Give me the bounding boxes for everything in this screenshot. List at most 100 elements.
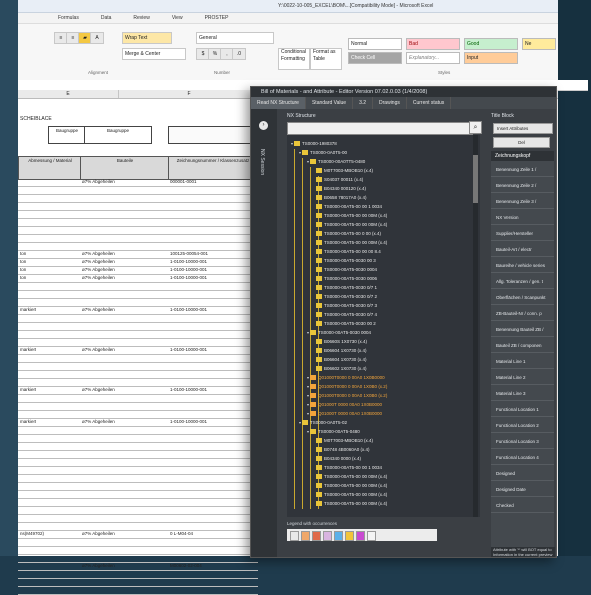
- table-cell[interactable]: ton: [20, 266, 26, 274]
- wrap-text-button[interactable]: Wrap Text: [122, 32, 172, 44]
- menu-review[interactable]: Review: [133, 13, 149, 23]
- attribute-item[interactable]: Benennung Zeile 1 /: [491, 163, 554, 177]
- table-cell[interactable]: 1-0100-10000-001: [170, 266, 207, 274]
- expand-icon[interactable]: ▾: [307, 409, 309, 418]
- table-cell[interactable]: ø7% Abgeheilen: [82, 346, 115, 354]
- tree-node[interactable]: TS0000-00AT5-0030 0/7 3: [315, 301, 377, 310]
- table-cell[interactable]: 1-0100-10000-001: [170, 346, 207, 354]
- tree-node[interactable]: TS0000-00AT5-0030 00 2: [315, 319, 376, 328]
- style-normal[interactable]: Normal: [348, 38, 402, 50]
- expand-icon[interactable]: ▾: [307, 427, 309, 436]
- tree-node[interactable]: ▾ Q01000T 0000 00A0 1X0B0000: [307, 409, 382, 418]
- tree-node[interactable]: ▾ Q01000T 0000 00A0 1X0B0000: [307, 400, 382, 409]
- menu-prostep[interactable]: PROSTEP: [205, 13, 229, 23]
- tree-node[interactable]: TS0000-00AT5-00 00 1 0034: [315, 202, 382, 211]
- menu-data[interactable]: Data: [101, 13, 112, 23]
- tree-node[interactable]: TS0000-00AT5-0030 0/7 1: [315, 283, 377, 292]
- attribute-item[interactable]: ZB-Bauteil-Nr / conn. p: [491, 307, 554, 321]
- menu-view[interactable]: View: [172, 13, 183, 23]
- column-header-f[interactable]: F: [119, 90, 260, 98]
- attribute-item[interactable]: Functional Location 2: [491, 419, 554, 433]
- tree-node[interactable]: TS0000-00AT5-0030 0004: [315, 265, 377, 274]
- tree-node[interactable]: TS0000-00AT5-0030 00 3: [315, 256, 376, 265]
- table-cell[interactable]: ø7% Abgeheilen: [82, 562, 115, 570]
- table-cell[interactable]: ø7% Abgeheilen: [82, 258, 115, 266]
- table-cell[interactable]: 1-0100-10000-001: [170, 386, 207, 394]
- table-cell[interactable]: 1-0100-10000-001: [170, 306, 207, 314]
- tree-node[interactable]: TS0000-00AT5-00 00 00M (x.4): [315, 481, 387, 490]
- attribute-item[interactable]: Material Line 1: [491, 355, 554, 369]
- tab-3-2[interactable]: 3.2: [353, 97, 374, 109]
- navigate-icon[interactable]: ›: [259, 121, 268, 130]
- tree-node[interactable]: ▾ TS0000-1980378: [291, 139, 337, 148]
- tree-node[interactable]: B06604 1X0730 (x.4): [315, 355, 367, 364]
- tree-node[interactable]: TS0000-00AT5-00 0 00 (x.4): [315, 229, 381, 238]
- attribute-item[interactable]: Bauteil-Art / electr: [491, 243, 554, 257]
- insert-attributes-button[interactable]: Insert Attributes: [493, 123, 553, 134]
- tree-node[interactable]: TS0000-00AT5-0030 0/7 2: [315, 292, 377, 301]
- tree-node[interactable]: B04340 000120 (x.4): [315, 184, 366, 193]
- expand-icon[interactable]: ▾: [307, 328, 309, 337]
- tree-node[interactable]: B0748 4B0060A0 (x.4): [315, 445, 370, 454]
- table-cell[interactable]: ø7% Abgeheilen: [82, 266, 115, 274]
- tree-node[interactable]: ▾ TS0000-00AT5-0480: [307, 427, 360, 436]
- tree-scrollbar[interactable]: [473, 135, 478, 517]
- menu-formulas[interactable]: Formulas: [58, 13, 79, 23]
- tree-node[interactable]: TS0000-00AT5-0030 0006: [315, 274, 377, 283]
- format-as-table-button[interactable]: Format as Table: [310, 48, 342, 70]
- attribute-item[interactable]: Designed: [491, 467, 554, 481]
- tree-search-input[interactable]: [287, 122, 473, 135]
- table-cell[interactable]: ton: [20, 258, 26, 266]
- tree-node[interactable]: B0658 78017A0 (x.4): [315, 193, 367, 202]
- tree-node[interactable]: B06604 1X0730 (x.4): [315, 346, 367, 355]
- attribute-item[interactable]: Functional Location 1: [491, 403, 554, 417]
- attribute-item[interactable]: Benennung Zeile 2 /: [491, 179, 554, 193]
- table-cell[interactable]: 1-0100-10000-001: [170, 258, 207, 266]
- attribute-item[interactable]: Checked: [491, 499, 554, 513]
- table-cell[interactable]: markiert: [20, 386, 36, 394]
- table-row[interactable]: [18, 586, 258, 595]
- style-bad[interactable]: Bad: [406, 38, 460, 50]
- table-cell[interactable]: ns(M49702): [20, 530, 44, 538]
- delete-button[interactable]: Del: [493, 137, 550, 148]
- style-input[interactable]: Input: [464, 52, 518, 64]
- tab-drawings[interactable]: Drawings: [373, 97, 407, 109]
- tab-standard-value[interactable]: Standard Value: [306, 97, 354, 109]
- attribute-item[interactable]: NX Version: [491, 211, 554, 225]
- attribute-category[interactable]: Zeichnungskopf: [491, 151, 554, 161]
- tree-node[interactable]: B0660S 1X0730 (x.4): [315, 337, 367, 346]
- expand-icon[interactable]: ▾: [291, 139, 293, 148]
- nx-structure-tree[interactable]: ▾ TS0000-1980378 ▾ TS0000-0A0T5-00 ▾ TS0000-0…: [287, 135, 480, 517]
- tree-node[interactable]: TS0000-00AT5-00 00 00M (x.4): [315, 211, 387, 220]
- tree-node[interactable]: M0T7003-MBOB10 (x.4): [315, 166, 373, 175]
- attribute-item[interactable]: Material Line 2: [491, 371, 554, 385]
- attribute-item[interactable]: Functional Location 3: [491, 435, 554, 449]
- tree-node[interactable]: ▾ TS0000-0A0T5-02: [299, 418, 347, 427]
- table-cell[interactable]: 1-0100-10000-001: [170, 418, 207, 426]
- style-check-cell[interactable]: Check Cell: [348, 52, 402, 64]
- tab-read-nx-structure[interactable]: Read NX Structure: [251, 97, 306, 109]
- scrollbar-thumb[interactable]: [473, 155, 478, 203]
- tree-node[interactable]: TS0000-00AT5-0030 0/7 4: [315, 310, 377, 319]
- attribute-item[interactable]: Material Line 3: [491, 387, 554, 401]
- attribute-item[interactable]: Functional Location 4: [491, 451, 554, 465]
- style-explanatory[interactable]: Explanatory...: [406, 52, 460, 64]
- attribute-item[interactable]: Oberflächen / Scanpunkt: [491, 291, 554, 305]
- attribute-item[interactable]: Allg. Toleranzen / gen. t: [491, 275, 554, 289]
- expand-icon[interactable]: ▾: [307, 373, 309, 382]
- tree-node[interactable]: TS0000-00AT5-00 00 00M (x.4): [315, 499, 387, 508]
- table-cell[interactable]: ø7% Abgeheilen: [82, 530, 115, 538]
- expand-icon[interactable]: ▾: [307, 400, 309, 409]
- table-cell[interactable]: M00602-02-004: [170, 562, 202, 570]
- style-good[interactable]: Good: [464, 38, 518, 50]
- tree-node[interactable]: TS0000-00AT5-00 00 00M (x.4): [315, 472, 387, 481]
- tree-node[interactable]: ▾ TS0000-00A0TT5-0480: [307, 157, 365, 166]
- table-cell[interactable]: ø7% Abgeheilen: [82, 178, 115, 186]
- tree-node[interactable]: ▾ TS0000-00AT5-0030 0004: [307, 328, 371, 337]
- table-cell[interactable]: ton: [20, 274, 26, 282]
- tree-node[interactable]: ▾ Q01000T0000 0 00A0 1X0B0 (x.2): [307, 391, 387, 400]
- tree-node[interactable]: ▾ TS0000-0A0T5-00: [299, 148, 347, 157]
- table-cell[interactable]: ø7% Abgeheilen: [82, 306, 115, 314]
- tree-node[interactable]: ▾ Q01000T0000 0 00A0 1X0B0000: [307, 373, 385, 382]
- tree-node[interactable]: TS0000-00AT5-00 00 00M (x.4): [315, 220, 387, 229]
